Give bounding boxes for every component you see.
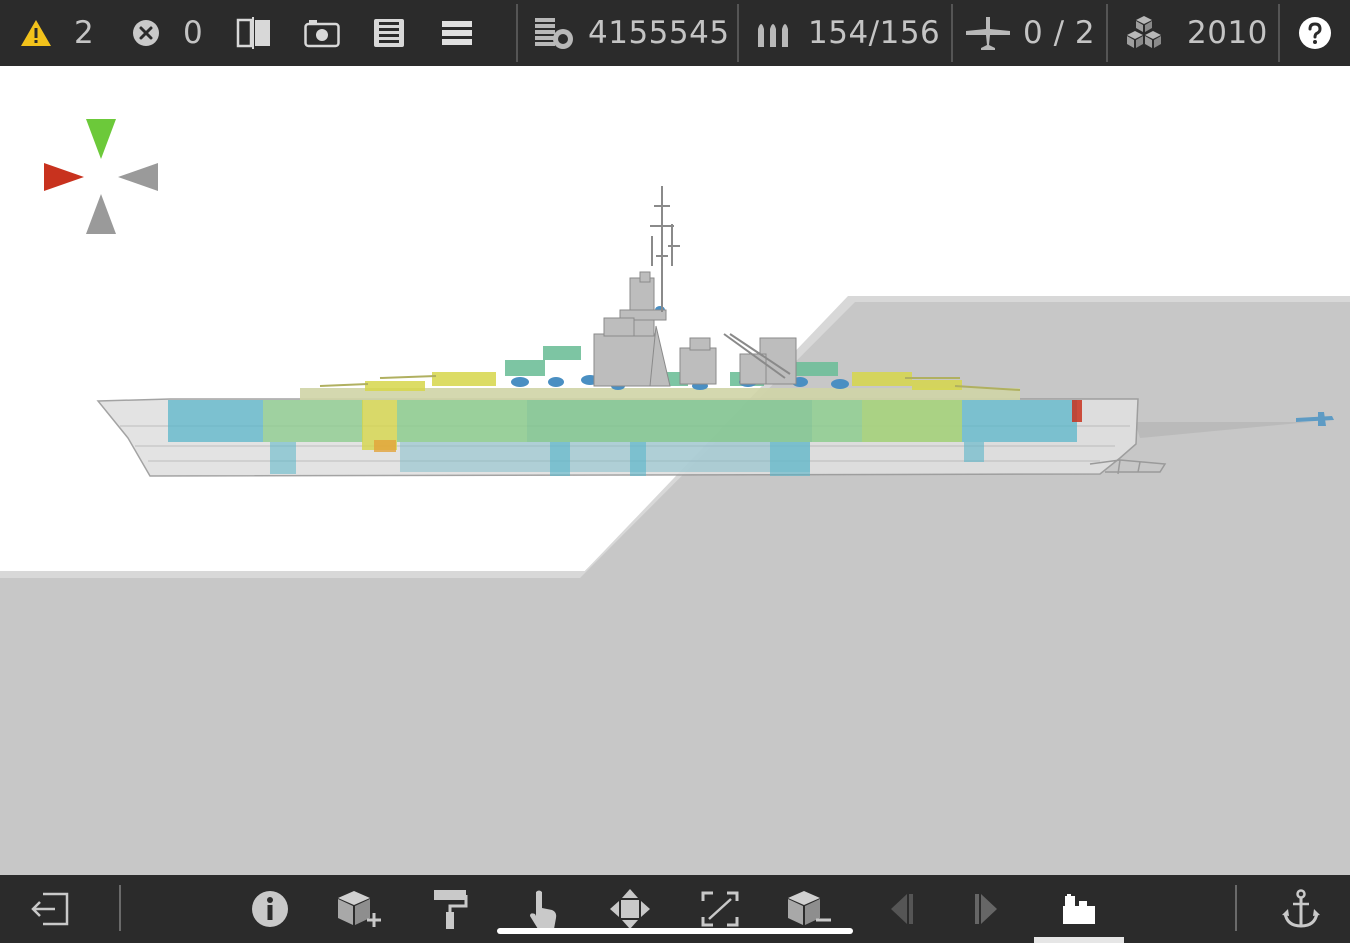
- superstructure[interactable]: [593, 271, 797, 387]
- compartment-red-aft: [1072, 400, 1082, 422]
- ship-viewport[interactable]: [0, 66, 1350, 875]
- gizmo-up-arrow[interactable]: [86, 119, 116, 159]
- help-icon: [1299, 17, 1331, 49]
- compartment-orange: [374, 440, 396, 452]
- compartment-cyan-fore: [168, 400, 263, 442]
- lower-compartment-1: [270, 442, 296, 474]
- bottom-divider: [1235, 885, 1237, 931]
- info-button[interactable]: [248, 875, 292, 943]
- blocks-icon: [1127, 16, 1161, 48]
- resize-icon: [701, 891, 739, 927]
- toolbar-divider: [737, 4, 739, 62]
- add-part-button[interactable]: [334, 875, 384, 943]
- save-icon: [374, 19, 404, 47]
- lower-compartment-2: [400, 442, 810, 472]
- exit-icon: [31, 892, 69, 926]
- exit-button[interactable]: [24, 875, 76, 943]
- year-indicator: 2010: [1124, 0, 1268, 66]
- anchor-icon: [1282, 889, 1320, 928]
- orientation-gizmo[interactable]: [44, 119, 158, 234]
- prev-icon: [891, 894, 913, 924]
- scene-canvas[interactable]: [0, 66, 1350, 875]
- home-indicator[interactable]: [497, 928, 853, 934]
- toolbar-divider: [516, 4, 518, 62]
- next-button[interactable]: [966, 875, 1010, 943]
- move-icon: [610, 889, 650, 929]
- cost-icon: [535, 18, 573, 49]
- ammo-icon: [758, 24, 788, 47]
- info-icon: [252, 891, 288, 927]
- cost-value: 4155545: [588, 15, 730, 51]
- year-value: 2010: [1187, 15, 1268, 51]
- anchor-button[interactable]: [1278, 875, 1324, 943]
- compartment-green-3: [527, 400, 812, 442]
- aircraft-icon: [966, 17, 1010, 50]
- compartment-cyan-aft: [962, 400, 1077, 442]
- add-part-icon: [338, 891, 381, 927]
- bottom-divider: [119, 885, 121, 931]
- previous-button[interactable]: [878, 875, 922, 943]
- garage-button[interactable]: [1056, 875, 1102, 943]
- toolbar-divider: [1278, 4, 1280, 62]
- ammo-indicator: 154/156: [756, 0, 940, 66]
- active-tool-indicator: [1034, 937, 1124, 943]
- errors-indicator[interactable]: 0: [131, 0, 203, 66]
- compartment-green-1: [263, 400, 363, 442]
- aircraft-value: 0 / 2: [1023, 15, 1096, 51]
- mirror-button[interactable]: [236, 0, 272, 66]
- menu-icon: [442, 21, 472, 45]
- lower-compartment-3: [550, 442, 570, 476]
- error-icon: [133, 20, 159, 46]
- compartment-green-2: [397, 400, 527, 442]
- next-icon: [975, 894, 997, 924]
- toolbar-divider: [951, 4, 953, 62]
- warnings-indicator[interactable]: 2: [20, 0, 94, 66]
- aircraft-indicator: 0 / 2: [965, 0, 1095, 66]
- menu-button[interactable]: [441, 0, 473, 66]
- gizmo-left-arrow[interactable]: [44, 163, 84, 191]
- toolbar-divider: [1106, 4, 1108, 62]
- gizmo-down-arrow[interactable]: [86, 194, 116, 234]
- compartment-yellow-2: [862, 400, 962, 442]
- garage-icon: [1063, 894, 1095, 924]
- top-toolbar: 2 0 4155545 154/156 0 / 2 2010: [0, 0, 1350, 66]
- remove-part-icon: [788, 891, 831, 925]
- save-button[interactable]: [373, 0, 405, 66]
- ammo-value: 154/156: [808, 15, 941, 51]
- warning-icon: [21, 20, 51, 46]
- paint-button[interactable]: [428, 875, 472, 943]
- lower-compartment-5: [770, 442, 810, 476]
- cost-indicator: 4155545: [534, 0, 730, 66]
- paint-icon: [434, 890, 468, 929]
- help-button[interactable]: [1298, 0, 1332, 66]
- mirror-icon: [236, 17, 270, 49]
- camera-icon: [304, 20, 340, 48]
- screenshot-button[interactable]: [304, 0, 340, 66]
- gizmo-right-arrow[interactable]: [118, 163, 158, 191]
- warnings-count: 2: [74, 15, 95, 51]
- lower-compartment-4: [630, 442, 646, 476]
- errors-count: 0: [183, 15, 204, 51]
- select-icon: [530, 890, 557, 929]
- lower-compartment-6: [964, 442, 984, 462]
